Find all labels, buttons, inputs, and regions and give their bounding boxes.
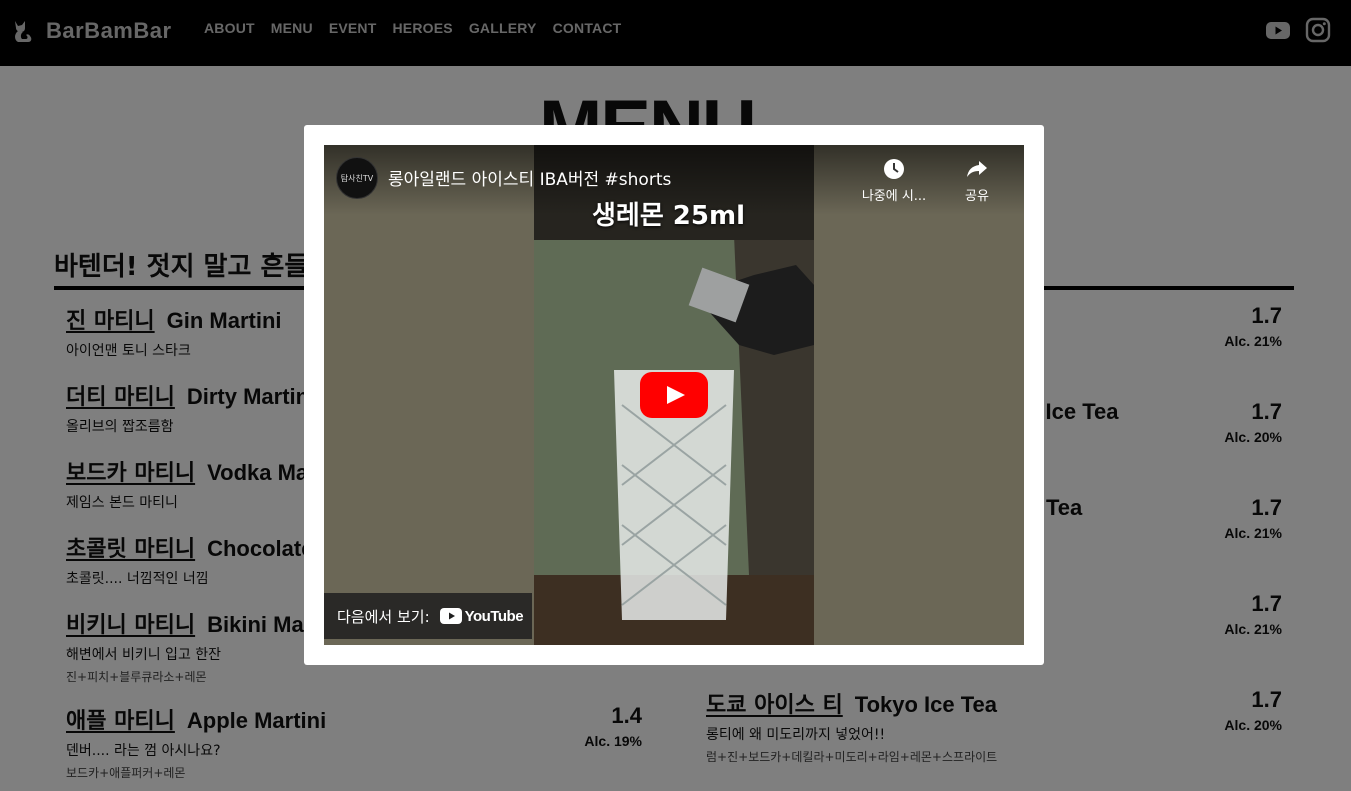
- watch-on-youtube-button[interactable]: 다음에서 보기: YouTube: [324, 593, 532, 639]
- share-button[interactable]: 공유: [949, 157, 1005, 204]
- share-label: 공유: [965, 189, 989, 204]
- video-caption: 생레몬 25ml: [592, 201, 745, 231]
- channel-avatar[interactable]: 탐사친TV: [336, 157, 378, 199]
- share-arrow-icon: [967, 161, 987, 177]
- play-icon[interactable]: [640, 372, 708, 418]
- youtube-player[interactable]: 탐사친TV 롱아일랜드 아이스티 IBA버전 #shorts 생레몬 25ml …: [324, 145, 1024, 645]
- youtube-wordmark: YouTube: [464, 607, 524, 625]
- youtube-logo-icon: [439, 608, 462, 624]
- watch-on-label: 다음에서 보기:: [337, 607, 430, 626]
- video-title[interactable]: 롱아일랜드 아이스티 IBA버전 #shorts: [388, 165, 671, 190]
- watch-later-label: 나중에 시...: [861, 189, 927, 204]
- watch-later-button[interactable]: 나중에 시...: [849, 157, 939, 204]
- clock-icon: [884, 159, 904, 179]
- video-modal: 탐사친TV 롱아일랜드 아이스티 IBA버전 #shorts 생레몬 25ml …: [304, 125, 1044, 665]
- youtube-logo: YouTube: [439, 607, 524, 625]
